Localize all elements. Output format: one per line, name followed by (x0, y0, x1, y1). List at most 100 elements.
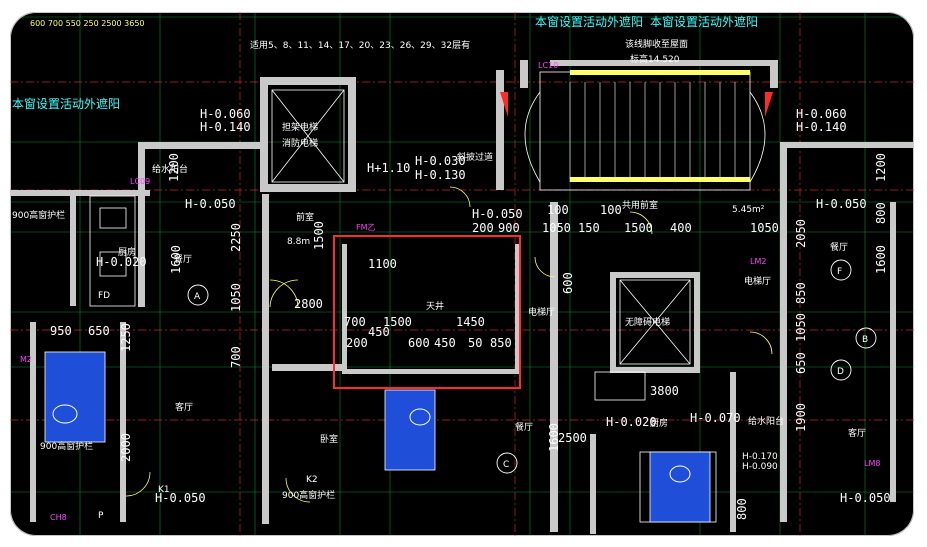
room-height-label: 8.8m (287, 237, 310, 247)
tag-fm-left: FM乙 (356, 223, 376, 232)
guard-left-2: 900高窗护栏 (40, 440, 93, 452)
elev-h020-right: H-0.020 (606, 415, 657, 429)
elevation-note-2: 标高14.520 (630, 53, 680, 65)
room-public-front: 共用前室 (622, 199, 658, 211)
dim-600b: 600 (561, 272, 575, 294)
dim-650b: 650 (794, 352, 808, 374)
axis-F-label: F (837, 267, 842, 277)
room-dining-right: 餐厅 (830, 241, 848, 253)
room-living-left-2: 客厅 (175, 401, 193, 413)
dim-450: 450 (368, 325, 390, 339)
dim-100a: 100 (547, 203, 569, 217)
dim-650: 650 (88, 324, 110, 338)
axis-C-label: C (503, 460, 509, 470)
dim-1450: 1450 (456, 315, 485, 329)
top-dimension-strip: 600 700 550 250 2500 3650 (30, 19, 145, 28)
dim-1600: 1600 (169, 245, 183, 274)
elev-h050-mid: H-0.050 (472, 207, 523, 221)
tag-lc09: LC09 (130, 177, 150, 186)
dim-2500: 2500 (558, 431, 587, 445)
floor-plan-canvas[interactable]: 600 700 550 250 2500 3650 本窗设置活动外遮阳 本窗设置… (10, 12, 914, 536)
room-elevator-2: 消防电梯 (282, 137, 318, 149)
dim-2050: 2050 (794, 219, 808, 248)
sunshade-note-top-right: 本窗设置活动外遮阳 (650, 14, 758, 29)
tag-p: P (98, 511, 104, 521)
dim-1050: 1050 (542, 221, 571, 235)
room-elevator-hall-2: 电梯厅 (744, 275, 771, 287)
room-corridor: 斜披过道 (457, 151, 493, 163)
dim-2250: 2250 (229, 223, 243, 252)
elev-h090: H-0.090 (742, 462, 778, 472)
dim-450b: 450 (434, 336, 456, 350)
dim-800b: 800 (735, 498, 749, 520)
elev-left-bottom: H-0.140 (200, 120, 251, 134)
dim-1050d: 1050 (794, 313, 808, 342)
elevation-note-1: 该线脚收至屋面 (625, 38, 688, 50)
elev-h-plus: H+1.10 (367, 161, 410, 175)
elev-h070: H-0.070 (690, 411, 741, 425)
elev-h050-bottom-right: H-0.050 (840, 491, 891, 505)
dim-850: 850 (490, 336, 512, 350)
elev-mid-bottom: H-0.130 (415, 168, 466, 182)
elev-right-top: H-0.060 (796, 107, 847, 121)
room-elevator-hall: 电梯厅 (528, 306, 555, 318)
room-barrier-free-elevator: 无障碍电梯 (625, 316, 670, 328)
tag-k2: K2 (306, 475, 318, 485)
room-shaft: 天井 (426, 300, 444, 312)
dim-1250: 1250 (119, 323, 133, 352)
guard-mid: 900高窗护栏 (282, 489, 335, 501)
cad-drawing-frame: 600 700 550 250 2500 3650 本窗设置活动外遮阳 本窗设置… (10, 12, 914, 536)
tag-m2: M2 (20, 355, 32, 364)
room-living-right: 客厅 (848, 427, 866, 439)
dim-1200: 1200 (167, 153, 181, 182)
elev-h050-left: H-0.050 (185, 197, 236, 211)
dim-850b: 850 (794, 282, 808, 304)
room-elevator-1: 担架电梯 (282, 121, 318, 133)
room-kitchen-right: 厨房 (650, 417, 668, 429)
tag-ch8: CH8 (50, 513, 67, 522)
elev-h170: H-0.170 (742, 452, 778, 462)
dim-700b: 700 (229, 346, 243, 368)
room-bedroom: 卧室 (320, 433, 338, 445)
sunshade-note-top-left: 本窗设置活动外遮阳 (535, 14, 643, 29)
tag-fd: FD (98, 291, 110, 301)
area-label: 5.45m² (732, 205, 765, 215)
tag-lm8: LM8 (864, 459, 880, 468)
dim-1050b: 1050 (750, 221, 779, 235)
room-kitchen: 厨房 (118, 246, 136, 258)
tag-k1: K1 (158, 485, 170, 495)
dim-1600c: 1600 (547, 423, 561, 452)
guard-left: 900高窗护栏 (12, 209, 65, 221)
dim-1100: 1100 (368, 257, 397, 271)
dim-400: 400 (670, 221, 692, 235)
dim-3800: 3800 (650, 384, 679, 398)
dim-1500c: 1500 (312, 221, 326, 250)
axis-A-label: A (194, 292, 201, 302)
dim-1050c: 1050 (229, 283, 243, 312)
axis-D-label: D (837, 367, 844, 377)
dim-700: 700 (344, 315, 366, 329)
dim-100b: 100 (600, 203, 622, 217)
dim-1500b: 1500 (624, 221, 653, 235)
dim-50: 50 (468, 336, 482, 350)
axis-B-label: B (862, 335, 868, 345)
dim-600: 600 (408, 336, 430, 350)
dim-1200b: 1200 (874, 153, 888, 182)
dim-200b: 200 (472, 221, 494, 235)
room-dining-mid: 餐厅 (515, 421, 533, 433)
floors-note: 适用5、8、11、14、17、20、23、26、29、32层有 (250, 39, 470, 51)
sunshade-note-left: 本窗设置活动外遮阳 (12, 96, 120, 111)
dim-2800: 2800 (294, 297, 323, 311)
dim-1900: 1900 (794, 403, 808, 432)
dim-150: 150 (578, 221, 600, 235)
dim-1600b: 1600 (874, 245, 888, 274)
dim-950: 950 (50, 324, 72, 338)
elev-left-top: H-0.060 (200, 107, 251, 121)
room-balcony-right: 给水阳台 (748, 415, 784, 427)
elev-right-bottom: H-0.140 (796, 120, 847, 134)
tag-lc10: LC10 (538, 61, 558, 70)
dim-2000: 2000 (119, 433, 133, 462)
dim-200: 200 (346, 336, 368, 350)
tag-lm2: LM2 (750, 257, 766, 266)
elev-h050-right: H-0.050 (816, 197, 867, 211)
